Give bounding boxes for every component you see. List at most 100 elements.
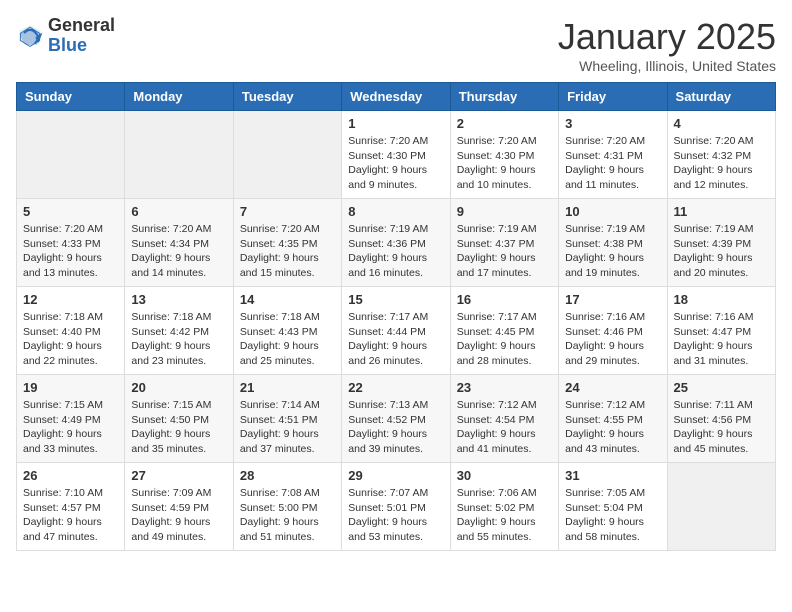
day-number: 19 [23,380,118,395]
weekday-header-sunday: Sunday [17,83,125,111]
day-info: Sunrise: 7:15 AMSunset: 4:50 PMDaylight:… [131,398,226,457]
calendar-cell: 12 Sunrise: 7:18 AMSunset: 4:40 PMDayligh… [17,287,125,375]
calendar-table: SundayMondayTuesdayWednesdayThursdayFrid… [16,82,776,551]
weekday-header-monday: Monday [125,83,233,111]
calendar-cell [233,111,341,199]
week-row-2: 5Sunrise: 7:20 AMSunset: 4:33 PMDaylight… [17,199,776,287]
day-number: 21 [240,380,335,395]
day-number: 27 [131,468,226,483]
logo: General Blue [16,16,115,56]
day-number: 17 [565,292,660,307]
day-info: Sunrise: 7:17 AMSunset: 4:45 PMDaylight:… [457,310,552,369]
calendar-cell: 19 Sunrise: 7:15 AMSunset: 4:49 PMDayligh… [17,375,125,463]
day-number: 26 [23,468,118,483]
page-header: General Blue January 2025 Wheeling, Illi… [16,16,776,74]
day-info: Sunrise: 7:20 AMSunset: 4:32 PMDaylight:… [674,134,769,193]
day-number: 25 [674,380,769,395]
calendar-cell: 17 Sunrise: 7:16 AMSunset: 4:46 PMDayligh… [559,287,667,375]
day-number: 30 [457,468,552,483]
day-info: Sunrise: 7:17 AMSunset: 4:44 PMDaylight:… [348,310,443,369]
weekday-header-thursday: Thursday [450,83,558,111]
location: Wheeling, Illinois, United States [558,58,776,74]
calendar-cell: 3 Sunrise: 7:20 AMSunset: 4:31 PMDaylight… [559,111,667,199]
day-number: 16 [457,292,552,307]
day-info: Sunrise: 7:20 AMSunset: 4:34 PMDaylight:… [131,222,226,281]
calendar-cell: 8 Sunrise: 7:19 AMSunset: 4:36 PMDaylight… [342,199,450,287]
calendar-cell: 25 Sunrise: 7:11 AMSunset: 4:56 PMDayligh… [667,375,775,463]
calendar-cell: 10Sunrise: 7:19 AMSunset: 4:38 PMDayligh… [559,199,667,287]
calendar-cell: 31Sunrise: 7:05 AMSunset: 5:04 PMDayligh… [559,463,667,551]
weekday-header-wednesday: Wednesday [342,83,450,111]
day-info: Sunrise: 7:19 AMSunset: 4:36 PMDaylight:… [348,222,443,281]
day-number: 3 [565,116,660,131]
calendar-cell: 16 Sunrise: 7:17 AMSunset: 4:45 PMDayligh… [450,287,558,375]
day-number: 6 [131,204,226,219]
calendar-cell: 30 Sunrise: 7:06 AMSunset: 5:02 PMDayligh… [450,463,558,551]
weekday-header-tuesday: Tuesday [233,83,341,111]
calendar-cell: 9 Sunrise: 7:19 AMSunset: 4:37 PMDaylight… [450,199,558,287]
day-info: Sunrise: 7:12 AMSunset: 4:54 PMDaylight:… [457,398,552,457]
day-number: 20 [131,380,226,395]
calendar-cell: 15 Sunrise: 7:17 AMSunset: 4:44 PMDayligh… [342,287,450,375]
calendar-cell: 20 Sunrise: 7:15 AMSunset: 4:50 PMDayligh… [125,375,233,463]
calendar-cell [125,111,233,199]
day-number: 11 [674,204,769,219]
logo-blue-text: Blue [48,35,87,55]
day-info: Sunrise: 7:19 AMSunset: 4:37 PMDaylight:… [457,222,552,281]
day-number: 31 [565,468,660,483]
day-number: 28 [240,468,335,483]
weekday-header-row: SundayMondayTuesdayWednesdayThursdayFrid… [17,83,776,111]
day-number: 1 [348,116,443,131]
day-number: 5 [23,204,118,219]
day-number: 23 [457,380,552,395]
calendar-cell: 2 Sunrise: 7:20 AMSunset: 4:30 PMDaylight… [450,111,558,199]
day-number: 2 [457,116,552,131]
day-number: 18 [674,292,769,307]
day-info: Sunrise: 7:19 AMSunset: 4:39 PMDaylight:… [674,222,769,281]
day-info: Sunrise: 7:09 AMSunset: 4:59 PMDaylight:… [131,486,226,545]
calendar-cell: 29 Sunrise: 7:07 AMSunset: 5:01 PMDayligh… [342,463,450,551]
calendar-cell: 21 Sunrise: 7:14 AMSunset: 4:51 PMDayligh… [233,375,341,463]
day-info: Sunrise: 7:14 AMSunset: 4:51 PMDaylight:… [240,398,335,457]
calendar-cell: 11 Sunrise: 7:19 AMSunset: 4:39 PMDayligh… [667,199,775,287]
day-info: Sunrise: 7:11 AMSunset: 4:56 PMDaylight:… [674,398,769,457]
day-number: 13 [131,292,226,307]
day-number: 14 [240,292,335,307]
calendar-cell: 22Sunrise: 7:13 AMSunset: 4:52 PMDayligh… [342,375,450,463]
weekday-header-saturday: Saturday [667,83,775,111]
day-number: 29 [348,468,443,483]
day-number: 9 [457,204,552,219]
calendar-cell [667,463,775,551]
week-row-4: 19 Sunrise: 7:15 AMSunset: 4:49 PMDayligh… [17,375,776,463]
month-title: January 2025 [558,16,776,58]
day-info: Sunrise: 7:18 AMSunset: 4:43 PMDaylight:… [240,310,335,369]
logo-general-text: General [48,15,115,35]
day-info: Sunrise: 7:18 AMSunset: 4:40 PMDaylight:… [23,310,118,369]
calendar-cell: 26 Sunrise: 7:10 AMSunset: 4:57 PMDayligh… [17,463,125,551]
calendar-cell: 1Sunrise: 7:20 AMSunset: 4:30 PMDaylight… [342,111,450,199]
calendar-cell: 23 Sunrise: 7:12 AMSunset: 4:54 PMDayligh… [450,375,558,463]
calendar-cell [17,111,125,199]
calendar-cell: 13 Sunrise: 7:18 AMSunset: 4:42 PMDayligh… [125,287,233,375]
week-row-1: 1 Sunrise: 7:20 AMSunset: 4:30 PMDaylight… [17,111,776,199]
day-info: Sunrise: 7:07 AMSunset: 5:01 PMDaylight:… [348,486,443,545]
calendar-cell: 18 Sunrise: 7:16 AMSunset: 4:47 PMDayligh… [667,287,775,375]
day-info: Sunrise: 7:16 AMSunset: 4:47 PMDaylight:… [674,310,769,369]
day-info: Sunrise: 7:12 AMSunset: 4:55 PMDaylight:… [565,398,660,457]
day-info: Sunrise: 7:06 AMSunset: 5:02 PMDaylight:… [457,486,552,545]
day-info: Sunrise: 7:10 AMSunset: 4:57 PMDaylight:… [23,486,118,545]
day-info: Sunrise: 7:18 AMSunset: 4:42 PMDaylight:… [131,310,226,369]
day-info: Sunrise: 7:20 AMSunset: 4:31 PMDaylight:… [565,134,660,193]
day-info: Sunrise: 7:16 AMSunset: 4:46 PMDaylight:… [565,310,660,369]
day-info: Sunrise: 7:20 AMSunset: 4:35 PMDaylight:… [240,222,335,281]
day-number: 8 [348,204,443,219]
calendar-cell: 4Sunrise: 7:20 AMSunset: 4:32 PMDaylight… [667,111,775,199]
day-info: Sunrise: 7:20 AMSunset: 4:30 PMDaylight:… [457,134,552,193]
day-info: Sunrise: 7:19 AMSunset: 4:38 PMDaylight:… [565,222,660,281]
weekday-header-friday: Friday [559,83,667,111]
day-info: Sunrise: 7:15 AMSunset: 4:49 PMDaylight:… [23,398,118,457]
day-info: Sunrise: 7:13 AMSunset: 4:52 PMDaylight:… [348,398,443,457]
day-number: 12 [23,292,118,307]
day-number: 15 [348,292,443,307]
calendar-cell: 24Sunrise: 7:12 AMSunset: 4:55 PMDayligh… [559,375,667,463]
